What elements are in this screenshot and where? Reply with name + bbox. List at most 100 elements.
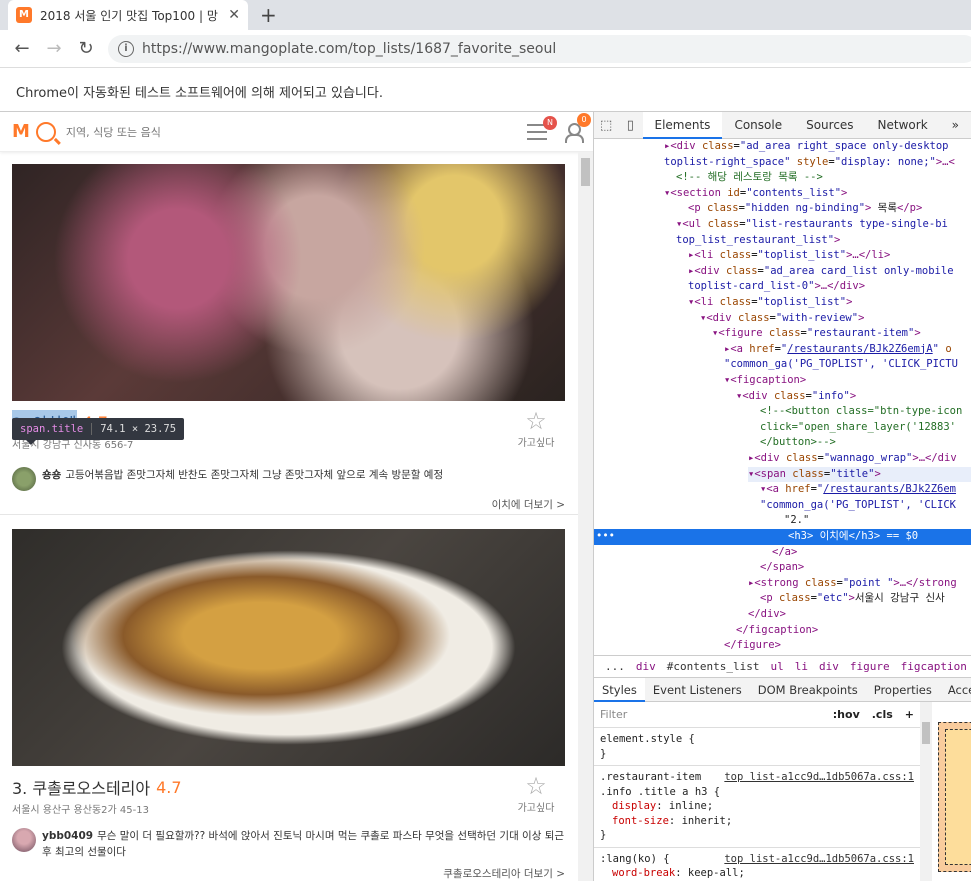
breadcrumb-item[interactable]: li — [795, 660, 808, 673]
restaurant-name[interactable]: 3. 쿠촐로오스테리아 — [12, 775, 150, 799]
notification-badge: N — [543, 115, 557, 130]
search-input[interactable]: 지역, 식당 또는 음식 — [66, 124, 527, 140]
page-scrollbar[interactable] — [578, 152, 593, 881]
css-property[interactable]: font-size — [612, 815, 669, 827]
rule-selector: element.style { — [600, 733, 695, 745]
css-value[interactable]: inline; — [669, 800, 713, 812]
reviewer-name: ybb0409 — [42, 830, 94, 842]
more-link[interactable]: 쿠촐로오스테리아 더보기 > — [12, 866, 565, 881]
breadcrumb-item[interactable]: div — [636, 660, 656, 673]
dom-node[interactable]: ▸<strong class="point ">…</strong — [748, 576, 957, 592]
dom-node[interactable]: ▾<ul class="list-restaurants type-single… — [676, 217, 948, 233]
tab-network[interactable]: Network — [866, 112, 940, 139]
breadcrumb-item[interactable]: #contents_list — [667, 660, 760, 673]
more-link[interactable]: 이치에 더보기 > — [12, 497, 565, 512]
breadcrumb-item[interactable]: figure — [850, 660, 890, 673]
mangoplate-logo[interactable]: M — [12, 121, 30, 142]
search-icon[interactable] — [35, 121, 56, 142]
dom-comment[interactable]: <!-- 해당 레스토랑 목록 --> — [676, 170, 823, 186]
hov-toggle[interactable]: :hov — [833, 708, 860, 721]
dom-node[interactable]: ▾<div class="info"> — [736, 389, 856, 405]
review-text: 숑숑 고등어볶음밥 존맛그자체 반찬도 존맛그자체 그냥 존맛그자체 앞으로 계속… — [42, 467, 443, 483]
rule-close: } — [600, 747, 607, 760]
dom-node[interactable]: <p class="etc">서울시 강남구 신사 — [760, 591, 945, 607]
wannago-button[interactable]: ☆ 가고싶다 — [511, 773, 561, 814]
forward-button[interactable]: → — [38, 38, 70, 59]
styles-scrollbar[interactable] — [920, 702, 932, 881]
dom-node[interactable]: </a> — [772, 545, 797, 561]
review-text: ybb0409 무슨 말이 더 필요할까?? 바석에 앉아서 진토닉 마시며 먹는… — [42, 828, 565, 860]
css-property[interactable]: word-break — [612, 867, 675, 879]
dom-node[interactable]: ▾<figure class="restaurant-item"> — [712, 326, 921, 342]
dom-node[interactable]: ▾<section id="contents_list"> — [664, 186, 847, 202]
css-value[interactable]: keep-all; — [688, 867, 745, 879]
restaurant-photo[interactable] — [12, 164, 565, 401]
dom-comment[interactable]: </button>--> — [760, 435, 836, 451]
dom-node[interactable]: ▾<figcaption> — [724, 373, 806, 389]
tab-properties[interactable]: Properties — [866, 678, 940, 702]
breadcrumb-item[interactable]: div — [819, 660, 839, 673]
rule-source-link[interactable]: top list-a1cc9d…1db5067a.css:1 — [724, 770, 914, 785]
breadcrumb-item[interactable]: ul — [770, 660, 783, 673]
dom-node[interactable]: </div> — [748, 607, 786, 623]
inspect-element-icon[interactable]: ⬚ — [594, 118, 618, 133]
review-body: 무슨 말이 더 필요할까?? 바석에 앉아서 진토닉 마시며 먹는 쿠촐로 파스… — [42, 830, 565, 858]
breadcrumb-item[interactable]: figcaption — [901, 660, 967, 673]
browser-tab[interactable]: M 2018 서울 인기 맛집 Top100 | 망 ✕ — [8, 0, 248, 30]
dom-node-selected[interactable]: ••• <h3> 이치에</h3> == $0 — [594, 529, 971, 545]
rule-source-link[interactable]: top list-a1cc9d…1db5067a.css:1 — [724, 852, 914, 867]
dom-comment[interactable]: <!--<button class="btn-type-icon — [760, 404, 962, 420]
dom-node[interactable]: toplist-card_list-0">…</div> — [688, 279, 865, 295]
back-button[interactable]: ← — [6, 38, 38, 59]
css-property[interactable]: display — [612, 800, 656, 812]
add-rule-button[interactable]: + — [905, 708, 914, 721]
dom-text[interactable]: "2." — [784, 513, 809, 529]
restaurant-address: 서울시 용산구 용산동2가 45-13 — [12, 805, 149, 816]
tab-elements[interactable]: Elements — [642, 112, 723, 139]
dom-node[interactable]: </figcaption> — [736, 623, 818, 639]
dom-node[interactable]: ▸<a href="/restaurants/BJk2Z6emjA" o — [724, 342, 952, 358]
tab-console[interactable]: Console — [722, 112, 794, 139]
dom-node[interactable]: top_list_restaurant_list"> — [676, 233, 840, 249]
tab-sources[interactable]: Sources — [794, 112, 865, 139]
dom-comment[interactable]: click="open_share_layer('12883' — [760, 420, 956, 436]
dom-node[interactable]: ▸<div class="ad_area right_space only-de… — [664, 139, 949, 155]
dom-node[interactable]: </span> — [760, 560, 804, 576]
wannago-label: 가고싶다 — [517, 803, 555, 814]
dom-node[interactable]: ▸<li class="toplist_list">…</li> — [688, 248, 890, 264]
close-tab-icon[interactable]: ✕ — [228, 7, 240, 23]
dom-node[interactable]: ▾<li class="toplist_list"> — [688, 295, 852, 311]
dom-node[interactable]: </figure> — [724, 638, 781, 654]
tab-styles[interactable]: Styles — [594, 677, 645, 702]
dom-node[interactable]: toplist-right_space" style="display: non… — [664, 155, 955, 171]
new-tab-button[interactable]: + — [260, 3, 277, 27]
dom-node[interactable]: "common_ga('PG_TOPLIST', 'CLICK_PICTU — [724, 357, 958, 373]
dom-node[interactable]: ▾<a href="/restaurants/BJk2Z6em — [760, 482, 956, 498]
breadcrumb-item[interactable]: ... — [605, 660, 625, 673]
cls-toggle[interactable]: .cls — [872, 708, 893, 721]
dom-node-hovered[interactable]: ▾<span class="title"> — [748, 466, 971, 483]
menu-icon[interactable]: N — [527, 115, 557, 140]
wannago-button[interactable]: ☆ 가고싶다 — [511, 408, 561, 449]
styles-filter-input[interactable]: Filter — [600, 708, 821, 721]
reload-button[interactable]: ↻ — [70, 38, 102, 59]
site-info-icon[interactable]: i — [118, 41, 134, 57]
address-bar[interactable]: i https://www.mangoplate.com/top_lists/1… — [108, 35, 971, 63]
dom-node[interactable]: ▸<div class="wannago_wrap">…</div — [748, 451, 957, 467]
dom-node[interactable]: ▸<div class="ad_area card_list only-mobi… — [688, 264, 954, 280]
user-icon[interactable]: 0 — [565, 112, 591, 143]
css-value[interactable]: inherit; — [682, 815, 733, 827]
tab-accessibility[interactable]: Access — [940, 678, 971, 702]
dom-node[interactable]: ▾<div class="with-review"> — [700, 311, 864, 327]
tab-dom-breakpoints[interactable]: DOM Breakpoints — [750, 678, 866, 702]
scrollbar-thumb[interactable] — [581, 158, 590, 186]
dom-node[interactable]: "common_ga('PG_TOPLIST', 'CLICK — [760, 498, 956, 514]
more-tabs-icon[interactable]: » — [940, 112, 971, 139]
dom-node[interactable]: <p class="hidden ng-binding"> 목록</p> — [688, 201, 922, 217]
styles-pane: Filter :hov .cls + element.style { } top… — [594, 702, 920, 881]
scrollbar-thumb[interactable] — [922, 722, 930, 744]
tab-event-listeners[interactable]: Event Listeners — [645, 678, 750, 702]
device-toolbar-icon[interactable]: ▯ — [618, 118, 642, 133]
restaurant-photo[interactable] — [12, 529, 565, 766]
rule-close: } — [600, 829, 607, 841]
